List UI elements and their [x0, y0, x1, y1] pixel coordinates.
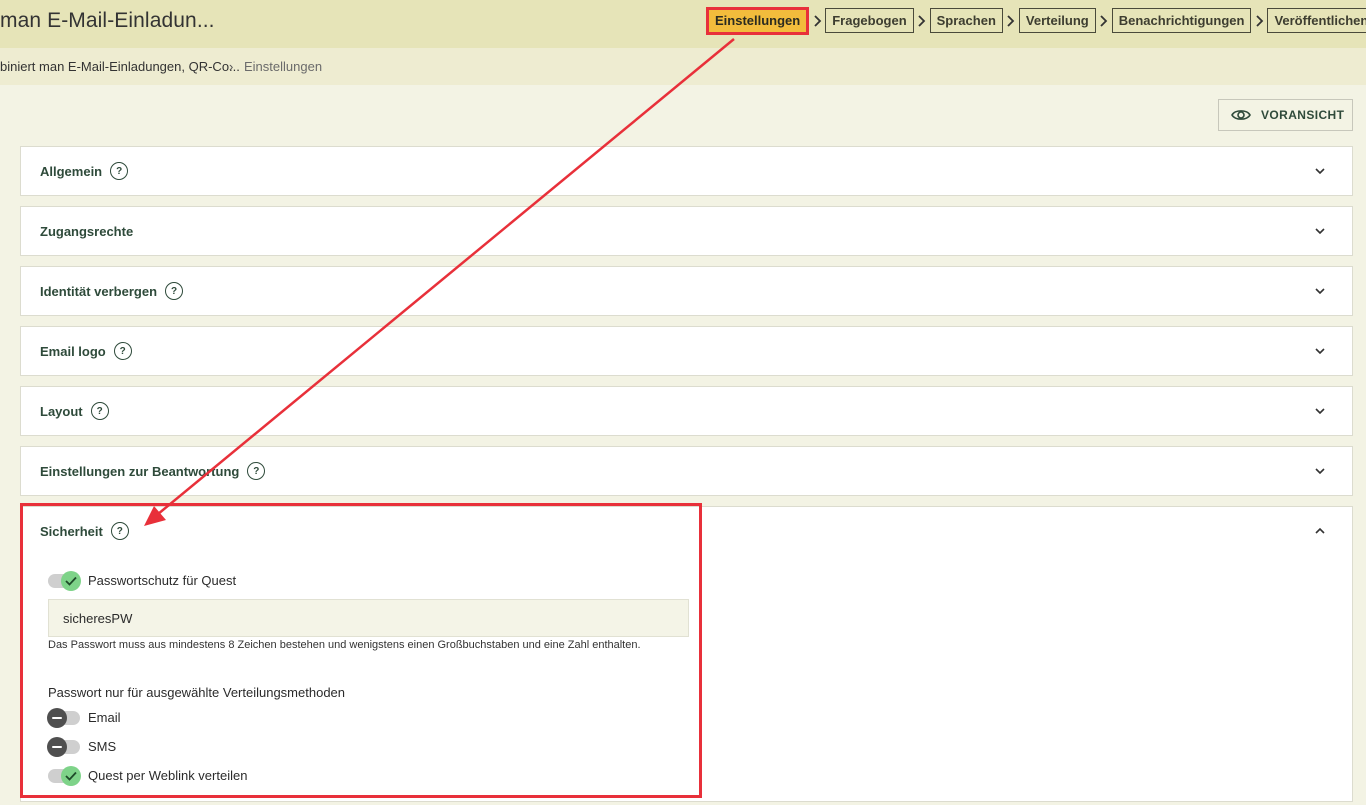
password-protection-toggle[interactable] — [48, 570, 81, 591]
method-weblink-toggle[interactable] — [48, 765, 81, 786]
step-fragebogen[interactable]: Fragebogen — [825, 8, 914, 33]
help-icon[interactable]: ? — [90, 402, 109, 420]
step-benachrichtigungen[interactable]: Benachrichtigungen — [1111, 8, 1252, 33]
panel-identitaet-verbergen[interactable]: Identität verbergen? — [20, 266, 1353, 316]
wizard-steps: Einstellungen Fragebogen Sprachen Vertei… — [706, 6, 1366, 35]
panel-layout[interactable]: Layout? — [20, 386, 1353, 436]
help-icon[interactable]: ? — [110, 162, 129, 180]
chevron-down-icon[interactable] — [1314, 285, 1326, 297]
chevron-up-icon[interactable] — [1314, 525, 1326, 537]
method-label: SMS — [88, 739, 117, 754]
chevron-right-icon — [914, 14, 930, 27]
breadcrumb-parent[interactable]: biniert man E-Mail-Einladungen, QR-Co... — [0, 59, 240, 74]
panel-title: Sicherheit — [40, 523, 103, 539]
help-icon[interactable]: ? — [165, 282, 184, 300]
breadcrumb: biniert man E-Mail-Einladungen, QR-Co...… — [0, 48, 1366, 85]
panel-email-logo[interactable]: Email logo? — [20, 326, 1353, 376]
password-protection-row: Passwortschutz für Quest — [48, 570, 237, 591]
chevron-down-icon[interactable] — [1314, 225, 1326, 237]
minus-icon — [47, 736, 67, 757]
chevron-down-icon[interactable] — [1314, 165, 1326, 177]
top-bar: man E-Mail-Einladun... Einstellungen Fra… — [0, 0, 1366, 48]
chevron-right-icon — [1003, 14, 1019, 27]
chevron-down-icon[interactable] — [1314, 405, 1326, 417]
step-verteilung[interactable]: Verteilung — [1018, 8, 1096, 33]
panel-header[interactable]: Sicherheit? — [40, 507, 129, 555]
method-label: Email — [88, 710, 121, 725]
methods-label: Passwort nur für ausgewählte Verteilungs… — [48, 685, 346, 700]
password-hint: Das Passwort muss aus mindestens 8 Zeich… — [48, 639, 641, 651]
preview-label: VORANSICHT — [1261, 108, 1345, 122]
panel-title: Zugangsrechte — [40, 223, 134, 239]
check-icon — [61, 765, 81, 786]
method-row-weblink: Quest per Weblink verteilen — [48, 765, 248, 786]
method-label: Quest per Weblink verteilen — [88, 768, 248, 783]
panel-title: Einstellungen zur Beantwortung — [40, 463, 240, 479]
breadcrumb-separator: › — [229, 59, 234, 74]
help-icon[interactable]: ? — [110, 522, 129, 540]
help-icon[interactable]: ? — [247, 462, 266, 480]
chevron-down-icon[interactable] — [1314, 345, 1326, 357]
method-email-toggle[interactable] — [47, 707, 80, 728]
check-icon — [61, 570, 81, 591]
panel-title: Email logo — [40, 343, 106, 359]
method-row-email: Email — [47, 707, 121, 728]
panel-title: Identität verbergen — [40, 283, 158, 299]
chevron-right-icon — [1096, 14, 1112, 27]
chevron-right-icon — [809, 14, 825, 27]
chevron-right-icon — [1251, 14, 1267, 27]
help-icon[interactable]: ? — [113, 342, 132, 360]
panel-allgemein[interactable]: Allgemein? — [20, 146, 1353, 196]
password-protection-label: Passwortschutz für Quest — [88, 573, 237, 588]
preview-button[interactable]: VORANSICHT — [1218, 99, 1353, 131]
chevron-down-icon[interactable] — [1314, 465, 1326, 477]
method-sms-toggle[interactable] — [47, 736, 80, 757]
panel-title: Layout — [40, 403, 83, 419]
step-einstellungen[interactable]: Einstellungen — [706, 6, 810, 35]
panel-sicherheit: Sicherheit? Passwortschutz für Quest Das… — [20, 506, 1353, 802]
minus-icon — [47, 707, 67, 728]
page-title: man E-Mail-Einladun... — [0, 9, 215, 32]
method-row-sms: SMS — [47, 736, 117, 757]
step-sprachen[interactable]: Sprachen — [929, 8, 1003, 33]
eye-icon — [1231, 110, 1251, 120]
panel-beantwortung[interactable]: Einstellungen zur Beantwortung? — [20, 446, 1353, 496]
step-veroeffentlichen[interactable]: Veröffentlichen — [1267, 8, 1366, 33]
breadcrumb-current: Einstellungen — [244, 59, 323, 74]
password-field[interactable] — [48, 599, 689, 637]
panel-zugangsrechte[interactable]: Zugangsrechte — [20, 206, 1353, 256]
panel-title: Allgemein — [40, 163, 103, 179]
